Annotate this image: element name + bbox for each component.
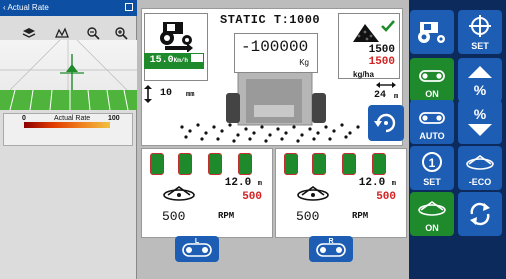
percent-increase-button[interactable]: % xyxy=(458,58,502,102)
right-spinner-panel: 12.0 m 500 500 RPM xyxy=(275,148,407,238)
checkmark-icon xyxy=(381,20,395,32)
spinner-disc-icon xyxy=(297,186,329,201)
speed-value: 15.0 xyxy=(149,55,174,66)
center-panel: STATIC T:1000 15.0Km/h 10 mm -100000 Kg … xyxy=(137,0,409,279)
left-spread-distance: 12.0 m xyxy=(224,177,262,189)
right-section-1[interactable] xyxy=(284,153,298,175)
set-one-label: SET xyxy=(423,177,441,187)
width-arrow-icon xyxy=(376,82,396,88)
maximize-icon[interactable] xyxy=(125,3,133,11)
left-section-4[interactable] xyxy=(238,153,252,175)
left-side-button[interactable]: L xyxy=(175,236,219,262)
rate-on-label: ON xyxy=(425,89,439,99)
legend-gradient xyxy=(24,122,110,128)
weight-value: -100000 xyxy=(241,38,309,56)
tractor-panel xyxy=(144,13,208,81)
working-width-value: 24 xyxy=(374,90,387,101)
percent-decrease-button[interactable]: % xyxy=(458,100,502,144)
right-spread-distance: 12.0 m xyxy=(358,177,396,189)
rate-unit: kg/ha xyxy=(353,70,374,79)
auto-label: AUTO xyxy=(419,131,445,141)
rate-panel: 1500 1500 kg/ha xyxy=(338,13,400,79)
right-side-icon: R xyxy=(316,238,346,257)
left-spinner-panel: 12.0 m 500 500 RPM xyxy=(141,148,273,238)
arrow-down-icon xyxy=(468,124,492,136)
rate-legend: 0 Actual Rate 100 xyxy=(3,113,133,146)
right-rpm-value: 500 xyxy=(296,209,320,224)
working-width-readout: 24 m xyxy=(370,81,404,103)
left-vane-value: 500 xyxy=(242,191,262,203)
set-one-button[interactable]: 1 SET xyxy=(410,146,454,190)
percent-increase-label: % xyxy=(473,82,487,98)
right-side-button[interactable]: R xyxy=(309,236,353,262)
height-arrow-icon xyxy=(144,85,152,103)
view-rotate-button[interactable] xyxy=(368,105,404,141)
speed-unit: Km/h xyxy=(173,57,188,64)
layers-icon[interactable] xyxy=(22,26,36,40)
eco-label: -ECO xyxy=(468,177,492,187)
eco-button[interactable]: -ECO xyxy=(458,146,502,190)
working-width-unit: m xyxy=(394,93,399,101)
height-unit: mm xyxy=(186,91,195,99)
machine-status: STATIC T:1000 xyxy=(220,13,321,27)
tractor-icon xyxy=(160,22,193,52)
spinner-on-button[interactable]: ON xyxy=(410,192,454,236)
zoom-in-icon[interactable] xyxy=(114,26,128,40)
left-rpm-unit: RPM xyxy=(218,211,235,221)
left-rpm-value: 500 xyxy=(162,209,186,224)
field-map-icon[interactable] xyxy=(55,26,69,40)
rate-target-value: 1500 xyxy=(368,44,395,56)
cycle-button[interactable] xyxy=(458,192,502,236)
legend-min: 0 xyxy=(22,115,26,122)
spinner-on-label: ON xyxy=(425,223,439,233)
cycle-icon xyxy=(470,202,490,226)
map-panel: ‹ Actual Rate 0 Actual Rate 100 xyxy=(0,0,137,279)
speed-readout: 15.0Km/h xyxy=(144,53,190,69)
left-section-2[interactable] xyxy=(178,153,192,175)
legend-title: Actual Rate xyxy=(54,115,91,122)
right-section-4[interactable] xyxy=(372,153,386,175)
right-vane-value: 500 xyxy=(376,191,396,203)
height-readout: 10 mm xyxy=(144,85,204,105)
map-title: Actual Rate xyxy=(7,3,49,12)
auto-button[interactable]: AUTO xyxy=(410,100,454,144)
left-side-label: L xyxy=(195,238,200,245)
right-side-label: R xyxy=(328,238,333,245)
right-section-3[interactable] xyxy=(342,153,356,175)
rate-on-button[interactable]: ON xyxy=(410,58,454,102)
fertilizer-bag-icon xyxy=(353,24,379,42)
legend-max: 100 xyxy=(108,115,120,122)
applied-area xyxy=(0,89,137,111)
weight-unit: Kg xyxy=(299,58,309,67)
right-section-2[interactable] xyxy=(312,153,326,175)
rate-actual-value: 1500 xyxy=(368,56,395,68)
rotate-icon xyxy=(374,113,396,133)
speed-gauge-fill xyxy=(191,61,203,68)
screen: ‹ Actual Rate 0 Actual Rate 100 STATIC T… xyxy=(0,0,506,279)
right-rpm-unit: RPM xyxy=(352,211,369,221)
zoom-out-icon[interactable] xyxy=(86,26,100,40)
spinner-disc-icon xyxy=(163,186,195,201)
set-label: SET xyxy=(471,41,489,51)
map-header[interactable]: ‹ Actual Rate xyxy=(0,0,137,16)
tractor-icon xyxy=(418,22,445,43)
back-chevron-icon[interactable]: ‹ xyxy=(3,3,6,12)
svg-text:1: 1 xyxy=(429,156,436,170)
spreader-overview: STATIC T:1000 15.0Km/h 10 mm -100000 Kg … xyxy=(141,8,404,146)
left-section-3[interactable] xyxy=(208,153,222,175)
tractor-settings-button[interactable] xyxy=(410,10,454,54)
weight-display: -100000 Kg xyxy=(234,33,318,73)
left-section-1[interactable] xyxy=(150,153,164,175)
speed-gauge xyxy=(190,53,204,69)
height-value: 10 xyxy=(160,88,173,99)
left-side-icon: L xyxy=(182,238,212,257)
set-button[interactable]: SET xyxy=(458,10,502,54)
